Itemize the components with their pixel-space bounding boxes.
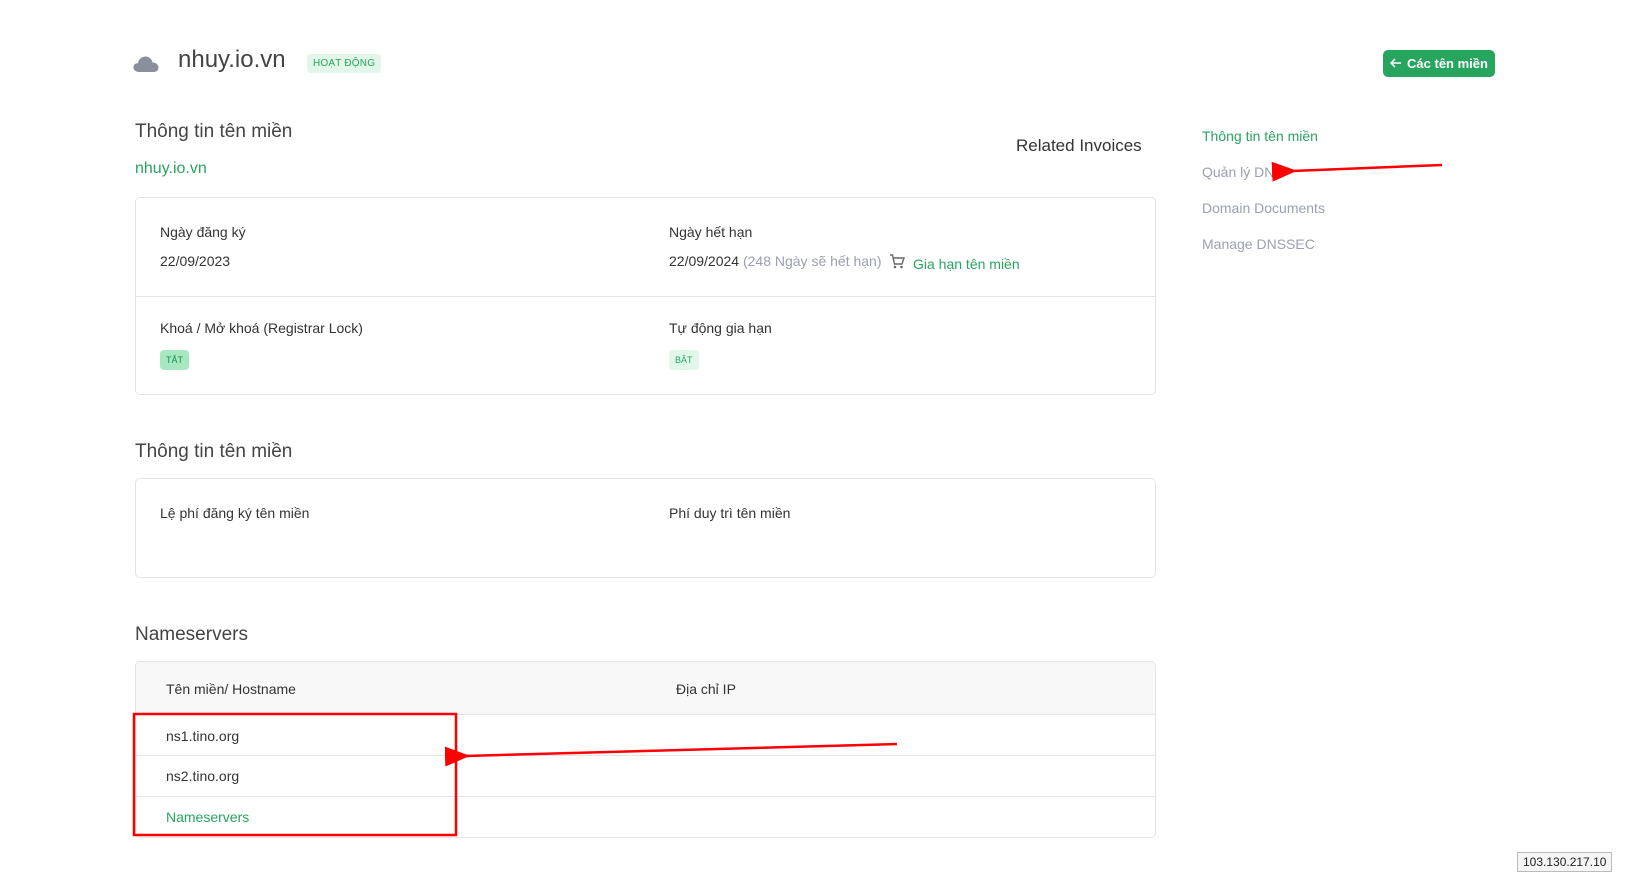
annotation-arrow (1271, 161, 1443, 182)
ip-address: 103.130.217.10 (1517, 852, 1613, 872)
annotation-overlay (132, 161, 1443, 837)
annotation-box (132, 712, 458, 837)
annotation-arrow (444, 742, 898, 767)
